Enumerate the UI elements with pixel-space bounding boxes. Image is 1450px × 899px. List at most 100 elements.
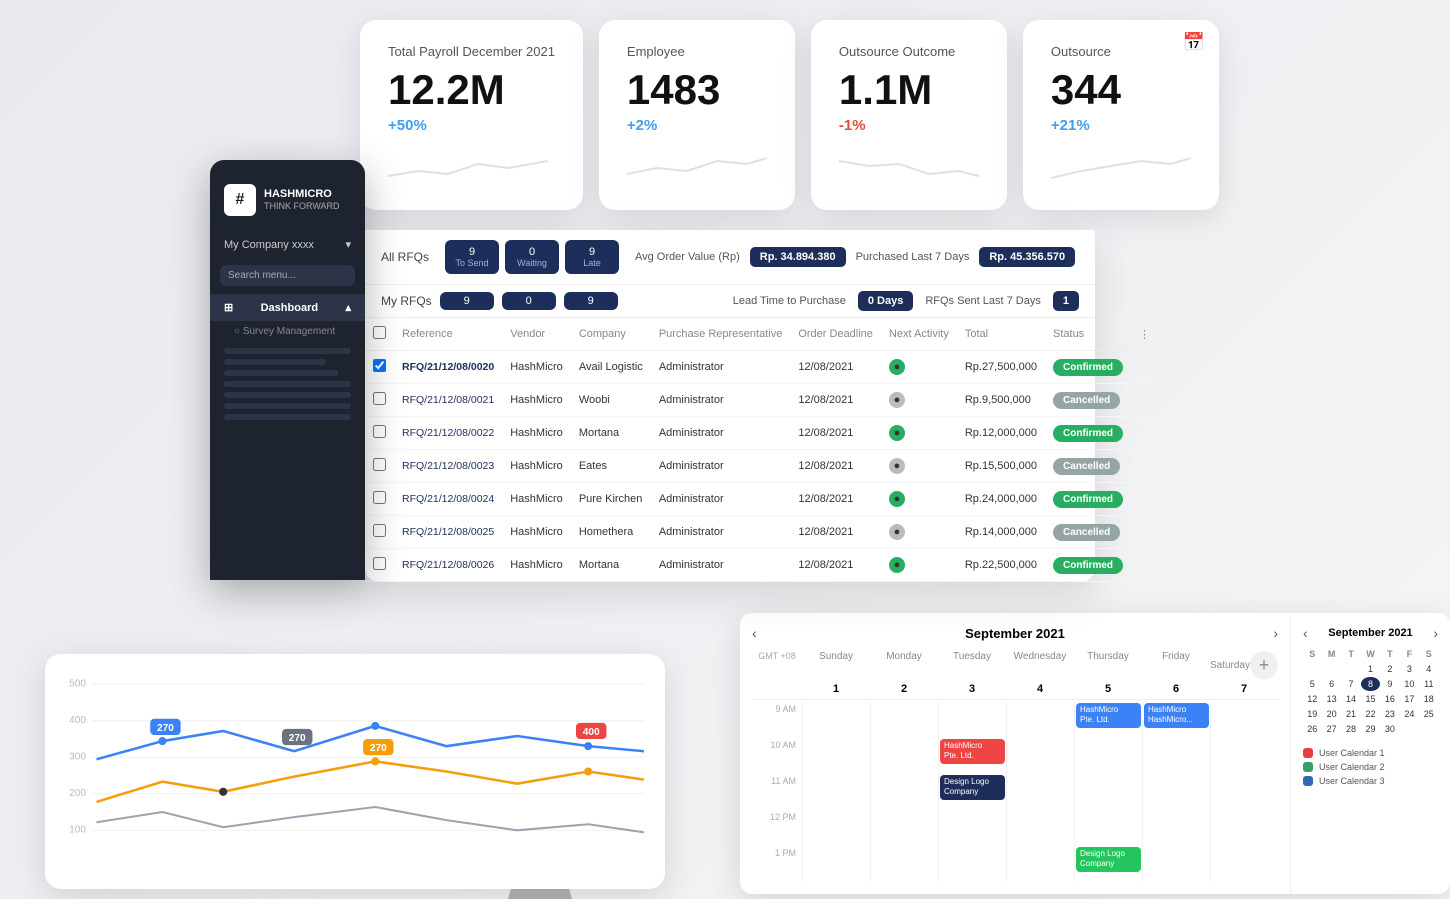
sidebar-sub-survey[interactable]: ○ Survey Management bbox=[210, 321, 365, 342]
row-checkbox[interactable] bbox=[373, 491, 386, 504]
mini-day-14[interactable]: 14 bbox=[1342, 692, 1360, 706]
table-row: RFQ/21/12/08/0022 HashMicro Mortana Admi… bbox=[365, 417, 1158, 450]
mini-day-19[interactable]: 19 bbox=[1303, 707, 1321, 721]
mini-day-16[interactable]: 16 bbox=[1381, 692, 1399, 706]
my-late-btn[interactable]: 9 bbox=[564, 292, 618, 310]
row-checkbox[interactable] bbox=[373, 458, 386, 471]
cell-thu-12pm[interactable] bbox=[1074, 810, 1142, 846]
sidebar-item-dashboard[interactable]: ⊞ Dashboard ▴ bbox=[210, 294, 365, 321]
event-design-logo-tue[interactable]: Design LogoCompany bbox=[940, 775, 1005, 800]
mini-day-24[interactable]: 24 bbox=[1400, 707, 1418, 721]
mini-cal-prev-btn[interactable]: ‹ bbox=[1303, 625, 1308, 641]
row-checkbox[interactable] bbox=[373, 359, 386, 372]
mini-day-28[interactable]: 28 bbox=[1342, 722, 1360, 736]
event-hashmicro-thu[interactable]: HashMicroPte. Ltd. bbox=[1076, 703, 1141, 728]
row-checkbox[interactable] bbox=[373, 425, 386, 438]
cell-fri-12pm[interactable] bbox=[1142, 810, 1210, 846]
mini-day-17[interactable]: 17 bbox=[1400, 692, 1418, 706]
cell-sun-1pm[interactable] bbox=[802, 846, 870, 882]
cell-mon-10am[interactable] bbox=[870, 738, 938, 774]
cell-mon-9am[interactable] bbox=[870, 702, 938, 738]
event-design-logo-thu[interactable]: Design LogoCompany bbox=[1076, 847, 1141, 872]
svg-text:270: 270 bbox=[157, 723, 174, 734]
my-to-send-btn[interactable]: 9 bbox=[440, 292, 494, 310]
mini-day-22[interactable]: 22 bbox=[1361, 707, 1379, 721]
cell-wed-11am[interactable] bbox=[1006, 774, 1074, 810]
waiting-count: 0 bbox=[515, 246, 549, 258]
mini-day-10[interactable]: 10 bbox=[1400, 677, 1418, 691]
cell-sun-9am[interactable] bbox=[802, 702, 870, 738]
cell-wed-10am[interactable] bbox=[1006, 738, 1074, 774]
cell-fri-11am[interactable] bbox=[1142, 774, 1210, 810]
mini-day-7[interactable]: 7 bbox=[1342, 677, 1360, 691]
select-all-checkbox[interactable] bbox=[373, 326, 386, 339]
late-btn[interactable]: 9 Late bbox=[565, 240, 619, 274]
cell-mon-12pm[interactable] bbox=[870, 810, 938, 846]
cell-mon-1pm[interactable] bbox=[870, 846, 938, 882]
row-checkbox[interactable] bbox=[373, 557, 386, 570]
cell-wed-9am[interactable] bbox=[1006, 702, 1074, 738]
mini-day-4[interactable]: 4 bbox=[1420, 662, 1438, 676]
mini-day-18[interactable]: 18 bbox=[1420, 692, 1438, 706]
row-checkbox[interactable] bbox=[373, 392, 386, 405]
cal-prev-btn[interactable]: ‹ bbox=[752, 625, 757, 641]
cell-tue-12pm[interactable] bbox=[938, 810, 1006, 846]
mini-day-20[interactable]: 20 bbox=[1322, 707, 1340, 721]
cal-header: ‹ September 2021 › bbox=[752, 625, 1278, 641]
mini-day-3[interactable]: 3 bbox=[1400, 662, 1418, 676]
cal-next-btn[interactable]: › bbox=[1273, 625, 1278, 641]
cell-thu-10am[interactable] bbox=[1074, 738, 1142, 774]
cell-thu-9am[interactable]: HashMicroPte. Ltd. bbox=[1074, 702, 1142, 738]
mini-day-12[interactable]: 12 bbox=[1303, 692, 1321, 706]
my-waiting-btn[interactable]: 0 bbox=[502, 292, 556, 310]
cell-sat-10am[interactable] bbox=[1210, 738, 1278, 774]
mini-day-5[interactable]: 5 bbox=[1303, 677, 1321, 691]
mini-day-13[interactable]: 13 bbox=[1322, 692, 1340, 706]
cell-sun-10am[interactable] bbox=[802, 738, 870, 774]
mini-day-26[interactable]: 26 bbox=[1303, 722, 1321, 736]
cell-sat-9am[interactable] bbox=[1210, 702, 1278, 738]
mini-day-15[interactable]: 15 bbox=[1361, 692, 1379, 706]
mini-cal-next-btn[interactable]: › bbox=[1433, 625, 1438, 641]
cell-total: Rp.14,000,000 bbox=[957, 516, 1045, 549]
sidebar-company[interactable]: My Company xxxx ▾ bbox=[210, 232, 365, 257]
cell-sat-12pm[interactable] bbox=[1210, 810, 1278, 846]
mini-day-23[interactable]: 23 bbox=[1381, 707, 1399, 721]
event-hashmicro-fri[interactable]: HashMicroHashMicro... bbox=[1144, 703, 1209, 728]
cell-mon-11am[interactable] bbox=[870, 774, 938, 810]
cell-tue-9am[interactable] bbox=[938, 702, 1006, 738]
mini-day-30[interactable]: 30 bbox=[1381, 722, 1399, 736]
cell-sat-1pm[interactable] bbox=[1210, 846, 1278, 882]
waiting-btn[interactable]: 0 Waiting bbox=[505, 240, 559, 274]
to-send-btn[interactable]: 9 To Send bbox=[445, 240, 499, 274]
mini-day-2[interactable]: 2 bbox=[1381, 662, 1399, 676]
cell-thu-1pm[interactable]: Design LogoCompany bbox=[1074, 846, 1142, 882]
mini-day-27[interactable]: 27 bbox=[1322, 722, 1340, 736]
mini-day-8-today[interactable]: 8 bbox=[1361, 677, 1379, 691]
mini-day-1[interactable]: 1 bbox=[1361, 662, 1379, 676]
mini-day-9[interactable]: 9 bbox=[1381, 677, 1399, 691]
cal-add-event-btn[interactable]: + bbox=[1250, 651, 1278, 679]
event-hashmicro-tue-10am[interactable]: HashMicroPte. Ltd. bbox=[940, 739, 1005, 764]
cell-thu-11am[interactable] bbox=[1074, 774, 1142, 810]
mini-day-11[interactable]: 11 bbox=[1420, 677, 1438, 691]
row-checkbox[interactable] bbox=[373, 524, 386, 537]
sidebar-search[interactable]: Search menu... bbox=[220, 265, 355, 286]
mini-day-25[interactable]: 25 bbox=[1420, 707, 1438, 721]
cell-activity: ● bbox=[881, 351, 957, 384]
cell-tue-11am[interactable]: Design LogoCompany bbox=[938, 774, 1006, 810]
cell-fri-9am[interactable]: HashMicroHashMicro... bbox=[1142, 702, 1210, 738]
mini-day-29[interactable]: 29 bbox=[1361, 722, 1379, 736]
mini-day-6[interactable]: 6 bbox=[1322, 677, 1340, 691]
cell-fri-10am[interactable] bbox=[1142, 738, 1210, 774]
cell-sat-11am[interactable] bbox=[1210, 774, 1278, 810]
cell-wed-12pm[interactable] bbox=[1006, 810, 1074, 846]
cell-fri-1pm[interactable] bbox=[1142, 846, 1210, 882]
cell-tue-10am[interactable]: HashMicroPte. Ltd. bbox=[938, 738, 1006, 774]
cell-tue-1pm[interactable] bbox=[938, 846, 1006, 882]
cell-wed-1pm[interactable] bbox=[1006, 846, 1074, 882]
cell-deadline: 12/08/2021 bbox=[790, 384, 881, 417]
mini-day-21[interactable]: 21 bbox=[1342, 707, 1360, 721]
cell-sun-11am[interactable] bbox=[802, 774, 870, 810]
cell-sun-12pm[interactable] bbox=[802, 810, 870, 846]
